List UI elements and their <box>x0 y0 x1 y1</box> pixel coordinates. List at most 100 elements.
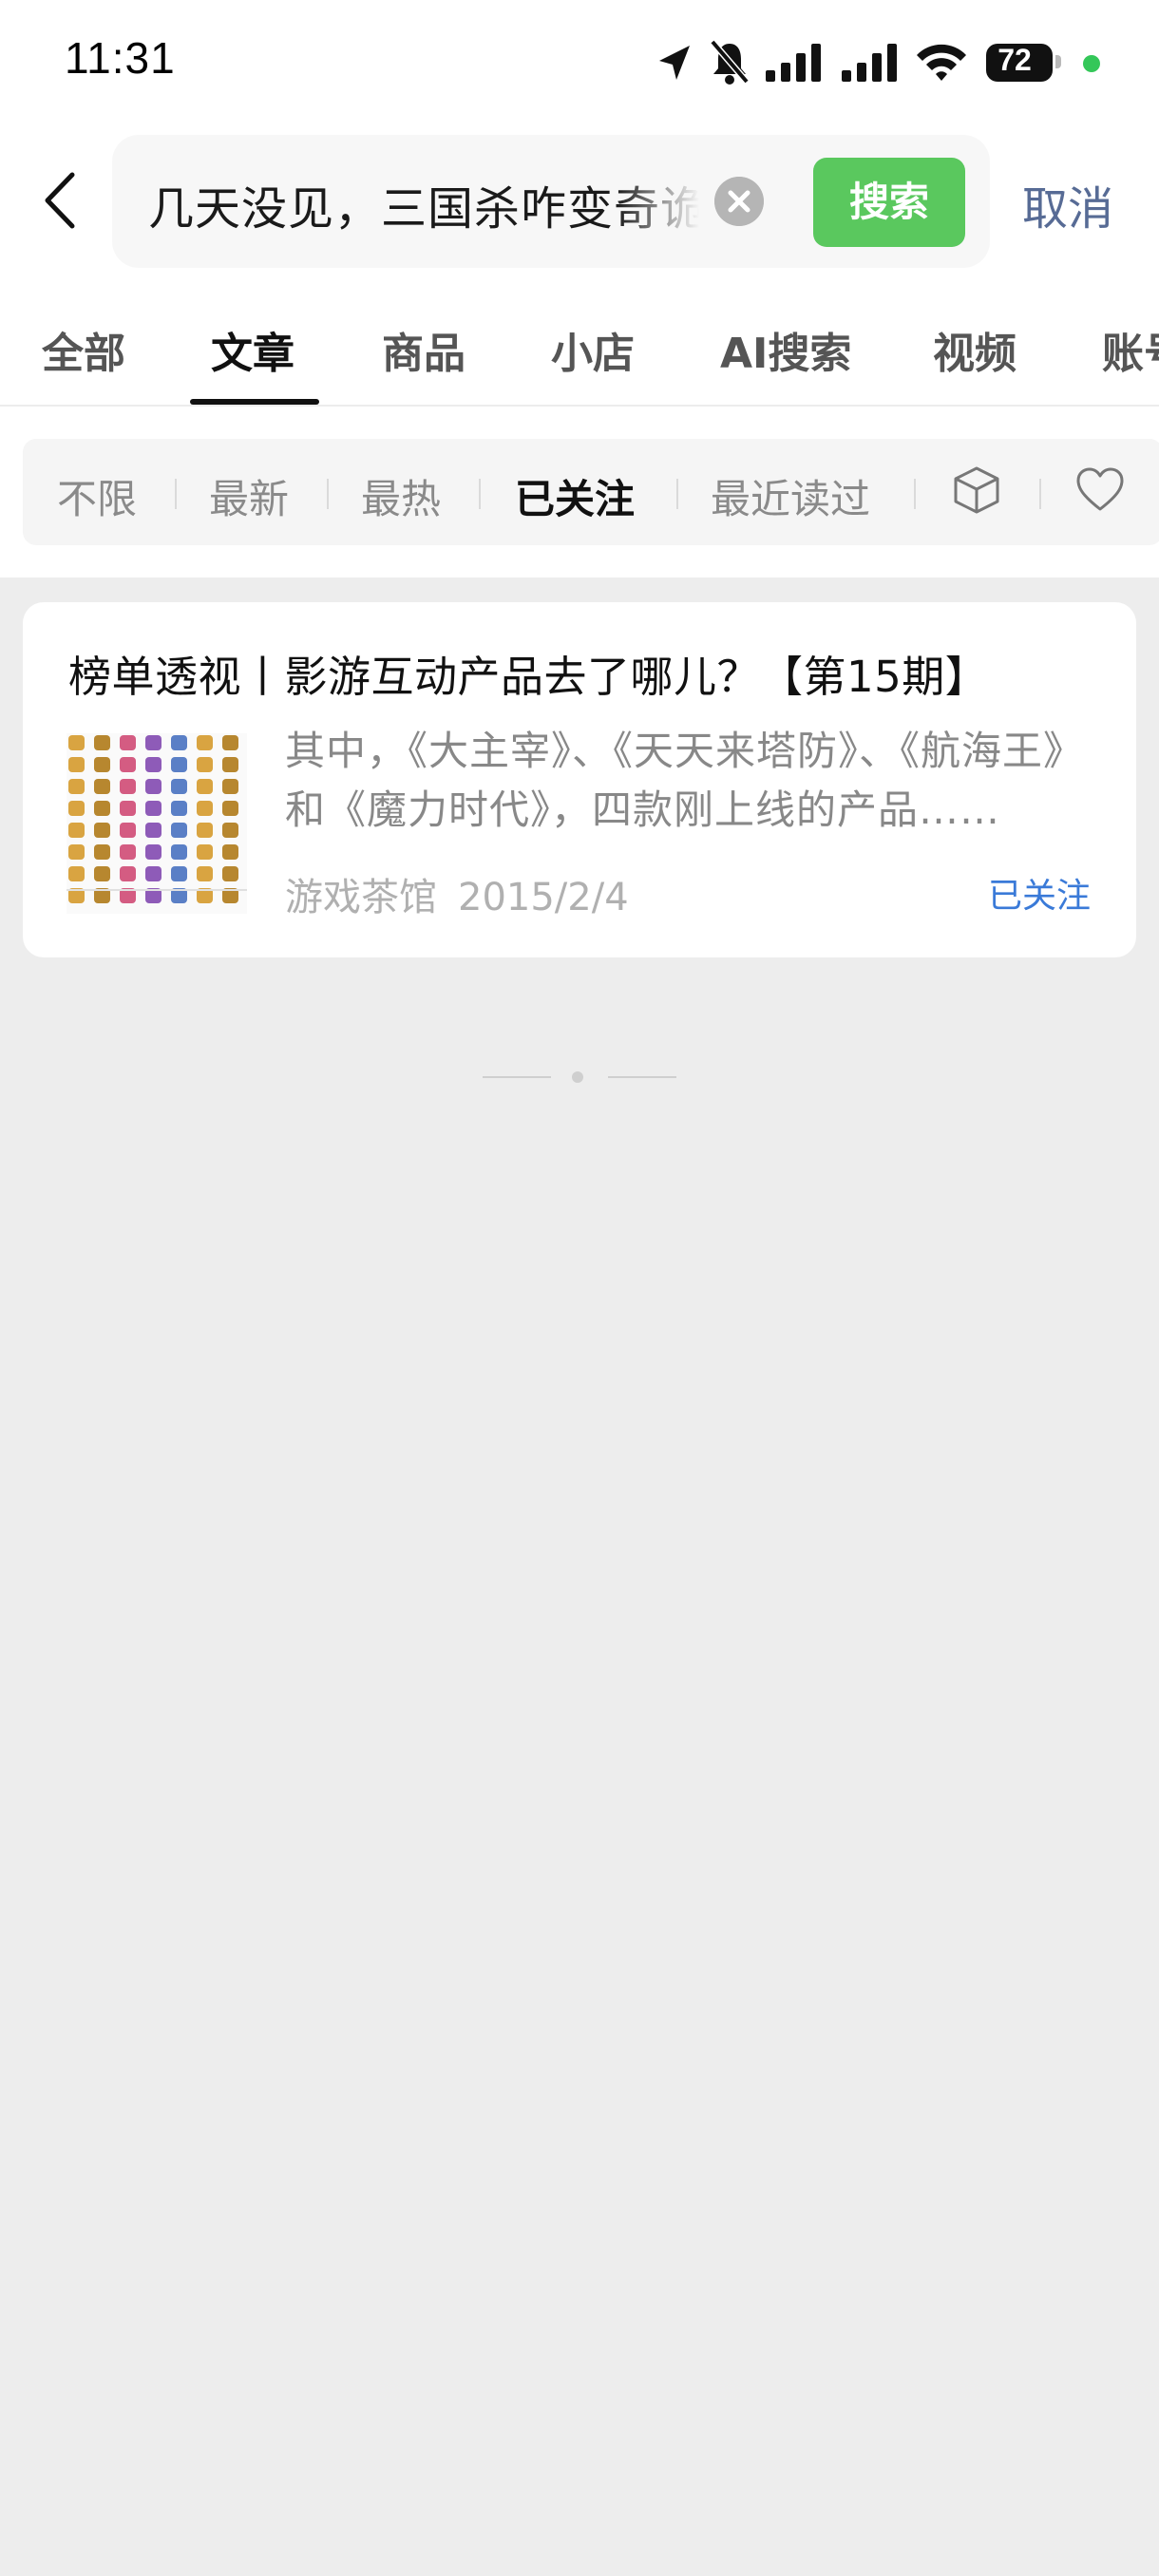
thumbnail-app-icon-tile <box>171 757 187 772</box>
thumbnail-app-icon-tile <box>222 757 238 772</box>
location-arrow-icon <box>659 46 690 80</box>
active-tab-indicator <box>190 399 319 405</box>
tab-products[interactable]: 商品 <box>382 319 466 380</box>
thumbnail-app-icon-tile <box>94 823 110 838</box>
thumbnail-app-icon-tile <box>68 757 85 772</box>
end-marker-line-left <box>483 1076 551 1078</box>
filter-separator <box>1039 479 1041 509</box>
thumbnail-app-icon-tile <box>94 757 110 772</box>
thumbnail-app-icon-tile <box>171 844 187 860</box>
tab-accounts[interactable]: 账号 <box>1102 319 1159 380</box>
end-marker-line-right <box>608 1076 676 1078</box>
thumbnail-app-icon-tile <box>68 779 85 794</box>
thumbnail-app-icon-tile <box>120 801 136 816</box>
thumbnail-app-icon-tile <box>94 844 110 860</box>
battery-cap <box>1055 55 1061 68</box>
filter-separator <box>327 479 329 509</box>
article-thumbnail <box>66 733 247 914</box>
thumbnail-app-icon-tile <box>94 735 110 750</box>
clear-icon[interactable] <box>714 177 764 226</box>
privacy-indicator-dot <box>1083 55 1100 72</box>
thumbnail-app-icon-tile <box>145 801 162 816</box>
thumbnail-app-icon-tile <box>171 801 187 816</box>
thumbnail-app-icon-tile <box>171 735 187 750</box>
thumbnail-app-icon-tile <box>120 779 136 794</box>
thumbnail-app-icon-tile <box>120 844 136 860</box>
filter-separator <box>175 479 177 509</box>
battery-level: 72 <box>998 43 1032 77</box>
thumbnail-app-icon-tile <box>145 757 162 772</box>
tab-all[interactable]: 全部 <box>42 319 125 380</box>
article-title[interactable]: 榜单透视丨影游互动产品去了哪儿？【第15期】 <box>68 642 988 704</box>
thumbnail-app-icon-tile <box>145 844 162 860</box>
filter-any[interactable]: 不限 <box>57 467 137 525</box>
filter-bar: 不限 最新 最热 已关注 最近读过 <box>23 439 1159 545</box>
thumbnail-app-icon-tile <box>222 779 238 794</box>
filter-separator <box>676 479 678 509</box>
thumbnail-app-icon-tile <box>68 866 85 881</box>
thumbnail-app-icon-tile <box>197 779 213 794</box>
thumbnail-app-icon-tile <box>197 735 213 750</box>
thumbnail-app-icon-tile <box>68 801 85 816</box>
thumbnail-app-icon-tile <box>171 866 187 881</box>
filter-separator <box>479 479 481 509</box>
followed-badge: 已关注 <box>987 877 1091 916</box>
thumbnail-app-icon-tile <box>68 823 85 838</box>
article-meta: 游戏茶馆 2015/2/4 <box>285 866 650 921</box>
thumbnail-app-icon-tile <box>145 735 162 750</box>
back-chevron-icon[interactable] <box>38 167 86 234</box>
thumbnail-app-icon-tile <box>197 844 213 860</box>
filter-separator <box>914 479 916 509</box>
tab-shops[interactable]: 小店 <box>551 319 635 380</box>
filter-hottest[interactable]: 最热 <box>361 467 441 525</box>
thumbnail-app-icon-tile <box>94 779 110 794</box>
thumbnail-app-icon-tile <box>120 735 136 750</box>
thumbnail-app-icon-tile <box>197 866 213 881</box>
thumbnail-app-icon-tile <box>94 866 110 881</box>
tab-articles[interactable]: 文章 <box>211 319 294 380</box>
thumbnail-app-icon-tile <box>222 801 238 816</box>
status-icons: 72 <box>656 36 1130 89</box>
thumbnail-app-icon-tile <box>68 735 85 750</box>
search-button[interactable]: 搜索 <box>813 158 965 247</box>
thumbnail-app-icon-tile <box>222 866 238 881</box>
article-summary: 其中，《大主宰》、《天天来塔防》、《航海王》和《魔力时代》，四款刚上线的产品…… <box>285 728 1085 833</box>
thumbnail-app-icon-tile <box>197 823 213 838</box>
status-time: 11:31 <box>65 33 176 83</box>
thumbnail-app-icon-tile <box>145 823 162 838</box>
tab-videos[interactable]: 视频 <box>933 319 1016 380</box>
cube-icon[interactable] <box>950 464 1003 517</box>
filter-recently-read[interactable]: 最近读过 <box>711 467 870 525</box>
end-marker-dot <box>572 1071 583 1083</box>
tab-ai-search[interactable]: AI搜索 <box>720 319 851 380</box>
filter-followed[interactable]: 已关注 <box>515 467 635 525</box>
thumbnail-app-icon-tile <box>197 801 213 816</box>
thumbnail-app-icon-tile <box>222 823 238 838</box>
thumbnail-app-icon-tile <box>171 823 187 838</box>
thumbnail-app-icon-tile <box>145 866 162 881</box>
thumbnail-app-icon-tile <box>120 823 136 838</box>
thumbnail-divider <box>66 889 247 891</box>
thumbnail-app-icon-tile <box>171 779 187 794</box>
thumbnail-app-icon-tile <box>120 866 136 881</box>
thumbnail-app-icon-tile <box>120 757 136 772</box>
thumbnail-app-icon-tile <box>197 757 213 772</box>
search-query-text[interactable]: 几天没见，三国杀咋变奇诡了 <box>148 171 699 237</box>
tabs-divider <box>0 405 1159 407</box>
article-source[interactable]: 游戏茶馆 <box>285 876 437 919</box>
heart-icon[interactable] <box>1074 464 1127 517</box>
thumbnail-app-icon-tile <box>68 844 85 860</box>
signal-icon-secondary <box>842 44 897 82</box>
bell-muted-icon <box>710 39 750 85</box>
thumbnail-app-icon-tile <box>145 779 162 794</box>
wifi-icon <box>917 44 966 81</box>
thumbnail-app-icon-tile <box>94 801 110 816</box>
filter-latest[interactable]: 最新 <box>209 467 289 525</box>
article-card[interactable]: 榜单透视丨影游互动产品去了哪儿？【第15期】 其中，《大主宰》、《天天来塔防》、… <box>23 602 1136 957</box>
article-date: 2015/2/4 <box>458 876 629 919</box>
thumbnail-app-icon-tile <box>222 844 238 860</box>
signal-icon <box>766 44 821 82</box>
search-input[interactable]: 几天没见，三国杀咋变奇诡了 搜索 <box>112 135 990 268</box>
thumbnail-app-icon-tile <box>222 735 238 750</box>
cancel-button[interactable]: 取消 <box>1022 171 1113 237</box>
